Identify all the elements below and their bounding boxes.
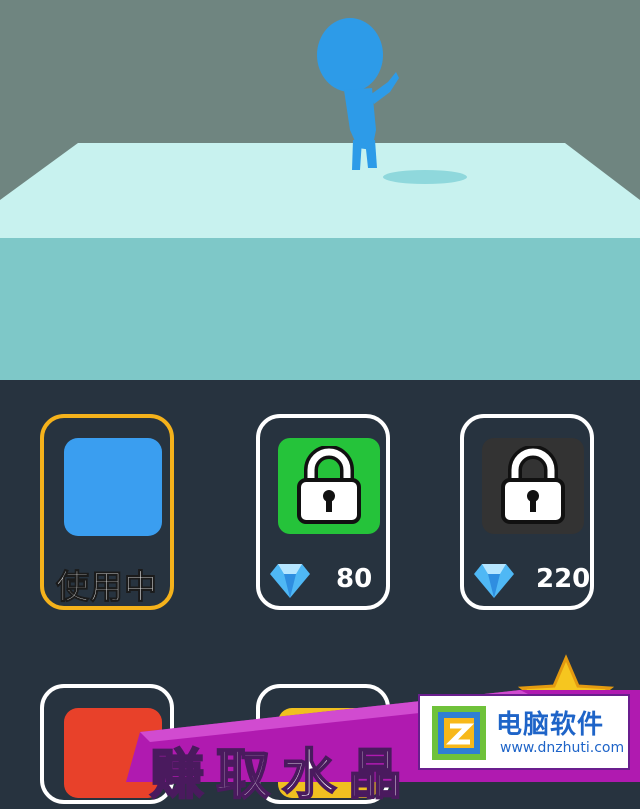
- color-swatch-black: [482, 438, 584, 534]
- watermark-url: www.dnzhuti.com: [500, 740, 625, 756]
- platform-top: [0, 143, 640, 238]
- price-value: 80: [336, 564, 373, 594]
- game-scene: [0, 0, 640, 380]
- character-shadow: [383, 170, 467, 184]
- scene-graphic: [0, 18, 640, 380]
- price-value: 220: [536, 564, 591, 594]
- in-use-label: 使用中: [56, 567, 158, 607]
- color-swatch-green: [278, 438, 380, 534]
- diamond-icon: [474, 564, 514, 598]
- price-tag: 220: [474, 558, 592, 600]
- skin-card-black[interactable]: 220: [460, 414, 594, 610]
- watermark-logo-icon: [432, 706, 486, 760]
- diamond-icon: [270, 564, 310, 598]
- price-tag: 80: [270, 558, 388, 600]
- watermark: 电脑软件 www.dnzhuti.com: [418, 694, 630, 770]
- promo-banner-text: 赚取水晶: [149, 742, 414, 807]
- skin-card-green[interactable]: 80: [256, 414, 390, 610]
- color-swatch-blue: [64, 438, 162, 536]
- lock-icon: [297, 446, 361, 524]
- platform-front: [0, 238, 640, 380]
- lock-icon: [501, 446, 565, 524]
- watermark-title: 电脑软件: [496, 710, 605, 740]
- skin-card-blue[interactable]: 使用中: [40, 414, 174, 610]
